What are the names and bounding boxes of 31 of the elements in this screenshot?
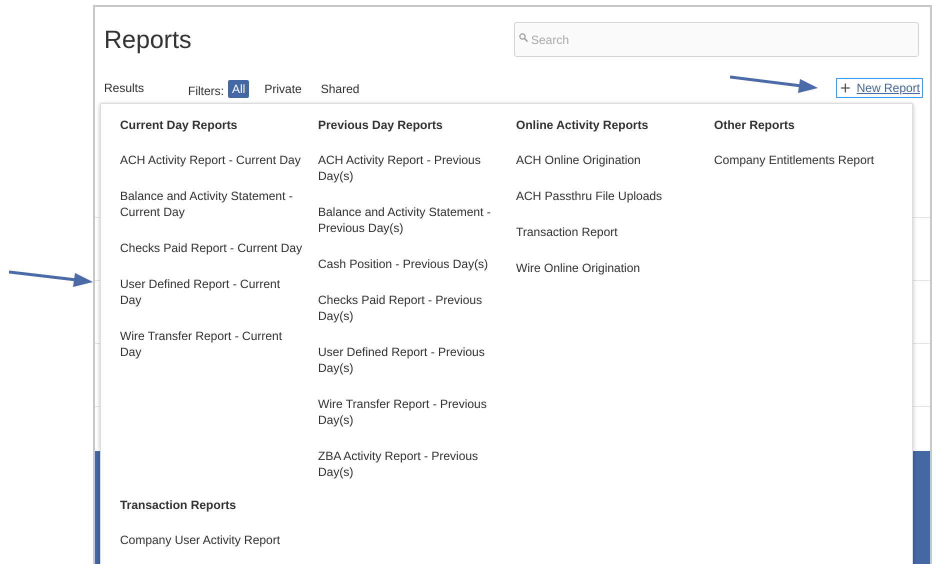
page-title: Reports [104,26,192,55]
menu-item[interactable]: Checks Paid Report - Previous Day(s) [318,292,502,324]
menu-item[interactable]: Wire Transfer Report - Previous Day(s) [318,396,502,428]
menu-item[interactable]: User Defined Report - Current Day [120,276,304,308]
menu-item[interactable]: Balance and Activity Statement - Current Day [120,188,304,220]
results-label: Results [104,81,144,95]
filters-label: Filters: [188,84,224,98]
menu-item[interactable]: ACH Passthru File Uploads [516,188,662,204]
menu-item[interactable]: Checks Paid Report - Current Day [120,240,302,256]
menu-item[interactable]: Wire Transfer Report - Current Day [120,328,304,360]
search-field[interactable]: Search [514,22,919,57]
new-report-button[interactable]: + New Report [836,78,923,98]
section-heading: Transaction Reports [120,497,236,513]
menu-item[interactable]: Wire Online Origination [516,260,640,276]
menu-item[interactable]: Company User Activity Report [120,532,280,548]
menu-item[interactable]: ACH Activity Report - Current Day [120,152,301,168]
menu-item[interactable]: Transaction Report [516,224,618,240]
filter-tab[interactable]: All [228,80,250,98]
menu-item[interactable]: Cash Position - Previous Day(s) [318,256,488,272]
menu-item[interactable]: User Defined Report - Previous Day(s) [318,344,502,376]
menu-item[interactable]: Balance and Activity Statement - Previous Day(s) [318,204,502,236]
menu-item[interactable]: ZBA Activity Report - Previous Day(s) [318,448,502,480]
section-heading: Online Activity Reports [516,117,648,133]
filter-tab[interactable]: Private [260,80,306,98]
menu-item[interactable]: ACH Activity Report - Previous Day(s) [318,152,502,184]
filter-tab[interactable]: Shared [316,80,364,98]
section-heading: Previous Day Reports [318,117,443,133]
menu-item[interactable]: Company Entitlements Report [714,152,874,168]
menu-item[interactable]: ACH Online Origination [516,152,641,168]
section-heading: Other Reports [714,117,795,133]
section-heading: Current Day Reports [120,117,238,133]
